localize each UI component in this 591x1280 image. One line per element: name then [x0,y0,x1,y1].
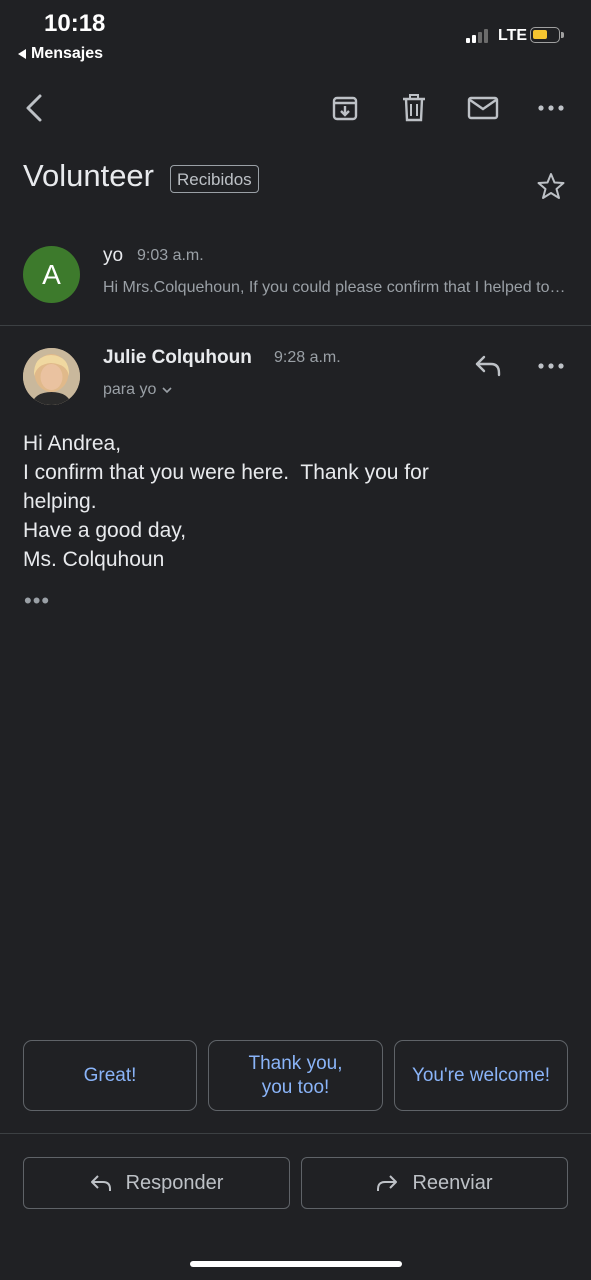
collapsed-message[interactable] [0,230,591,322]
forward-label: Reenviar [412,1171,493,1194]
message-snippet: Hi Mrs.Colquehoun, If you could please c… [103,279,568,296]
body-line: Hi Andrea, [23,432,122,455]
smart-reply-button[interactable]: Thank you, you too! [208,1040,383,1111]
more-horizontal-icon[interactable] [533,90,569,126]
message-sender: Julie Colquhoun [103,347,252,368]
recipient-label: para yo [103,381,157,398]
home-indicator[interactable] [190,1261,402,1267]
body-line: Ms. Colquhoun [23,548,165,571]
thread-subject: Volunteer [23,158,154,193]
message-time: 9:28 a.m. [274,349,341,366]
archive-icon[interactable] [327,90,363,126]
sender-photo-avatar [23,348,80,405]
signal-strength-icon [466,28,488,43]
battery-icon [530,27,564,43]
message-sender: yo [103,245,124,266]
smart-reply-label: you too! [261,1076,330,1098]
smart-reply-label: Great! [83,1064,137,1086]
recipient-details-toggle[interactable]: para yo [103,381,172,399]
trash-icon[interactable] [396,90,432,126]
more-horizontal-icon[interactable] [533,348,569,384]
forward-button[interactable]: Reenviar [301,1157,568,1209]
divider [0,1133,591,1134]
reply-icon [90,1175,111,1191]
back-to-app-link[interactable]: Mensajes [18,45,103,63]
reply-label: Responder [125,1171,224,1194]
back-arrow-icon[interactable] [16,90,52,126]
mail-icon[interactable] [464,90,502,126]
body-line: I confirm that you were here. Thank you … [23,461,429,484]
message-body: Hi Andrea, I confirm that you were here.… [23,429,429,574]
network-type: LTE [498,27,528,44]
message-time: 9:03 a.m. [137,247,204,264]
forward-icon [377,1175,398,1191]
smart-reply-label: Thank you, [248,1052,343,1074]
back-triangle-icon [18,49,26,59]
body-line: Have a good day, [23,519,187,542]
divider [0,325,591,326]
avatar: A [23,246,80,303]
smart-reply-label: You're welcome! [411,1064,551,1086]
smart-reply-button[interactable]: You're welcome! [394,1040,568,1111]
back-app-label: Mensajes [31,45,104,62]
inbox-label-chip[interactable]: Recibidos [170,165,259,193]
status-time: 10:18 [44,10,106,37]
reply-icon[interactable] [470,348,506,384]
star-outline-icon[interactable] [534,169,568,203]
body-line: helping. [23,490,97,513]
smart-reply-button[interactable]: Great! [23,1040,197,1111]
reply-button[interactable]: Responder [23,1157,290,1209]
show-trimmed-content-button[interactable]: ••• [24,588,50,614]
chevron-down-icon [162,386,172,393]
